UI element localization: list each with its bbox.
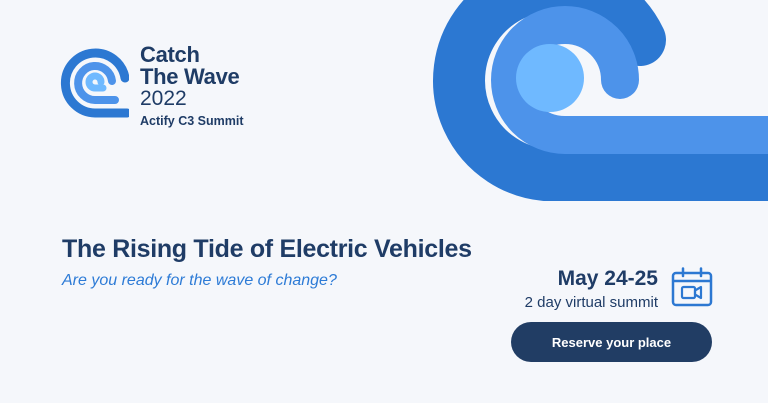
event-description: 2 day virtual summit <box>524 294 658 311</box>
page-title: The Rising Tide of Electric Vehicles <box>62 235 472 263</box>
brand-line-2: The Wave <box>140 64 240 89</box>
reserve-place-button[interactable]: Reserve your place <box>511 322 712 362</box>
hero-wave-graphic <box>433 0 768 201</box>
event-date: May 24-25 <box>557 267 658 290</box>
page-subtitle: Are you ready for the wave of change? <box>62 272 337 289</box>
wave-logo-icon <box>60 48 129 118</box>
brand-event-name: Actify C3 Summit <box>140 114 244 128</box>
brand-year: 2022 <box>140 87 187 110</box>
calendar-video-icon <box>671 267 713 307</box>
event-date-block: May 24-25 2 day virtual summit <box>525 266 658 313</box>
brand-wordmark: Catch The Wave 2022 Actify C3 Summit <box>140 44 244 129</box>
brand-line-1: Catch <box>140 42 200 67</box>
